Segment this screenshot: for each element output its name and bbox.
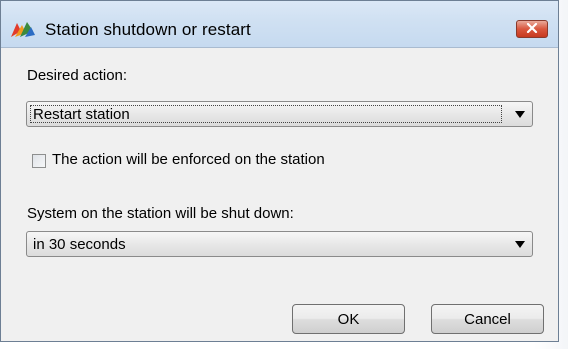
desired-action-value: Restart station (33, 106, 130, 123)
enforce-action-label[interactable]: The action will be enforced on the stati… (52, 151, 325, 168)
desired-action-label: Desired action: (27, 67, 128, 84)
close-button[interactable] (516, 20, 548, 38)
window-title: Station shutdown or restart (45, 20, 251, 39)
enforce-action-checkbox[interactable] (32, 154, 46, 168)
chevron-down-icon (515, 241, 525, 248)
shutdown-timing-label: System on the station will be shut down: (27, 205, 294, 222)
chevron-down-icon (515, 111, 525, 118)
ok-button[interactable]: OK (292, 304, 405, 334)
dialog-content: Desired action: Restart station The acti… (9, 48, 550, 335)
shutdown-timing-value: in 30 seconds (33, 236, 126, 253)
title-bar[interactable]: Station shutdown or restart (1, 1, 558, 48)
close-icon (526, 20, 538, 38)
desired-action-dropdown[interactable]: Restart station (26, 101, 533, 127)
shutdown-timing-dropdown[interactable]: in 30 seconds (26, 231, 533, 257)
cancel-button[interactable]: Cancel (431, 304, 544, 334)
avg-logo-icon (11, 19, 35, 37)
dialog-window: Station shutdown or restart Desired acti… (0, 0, 559, 342)
